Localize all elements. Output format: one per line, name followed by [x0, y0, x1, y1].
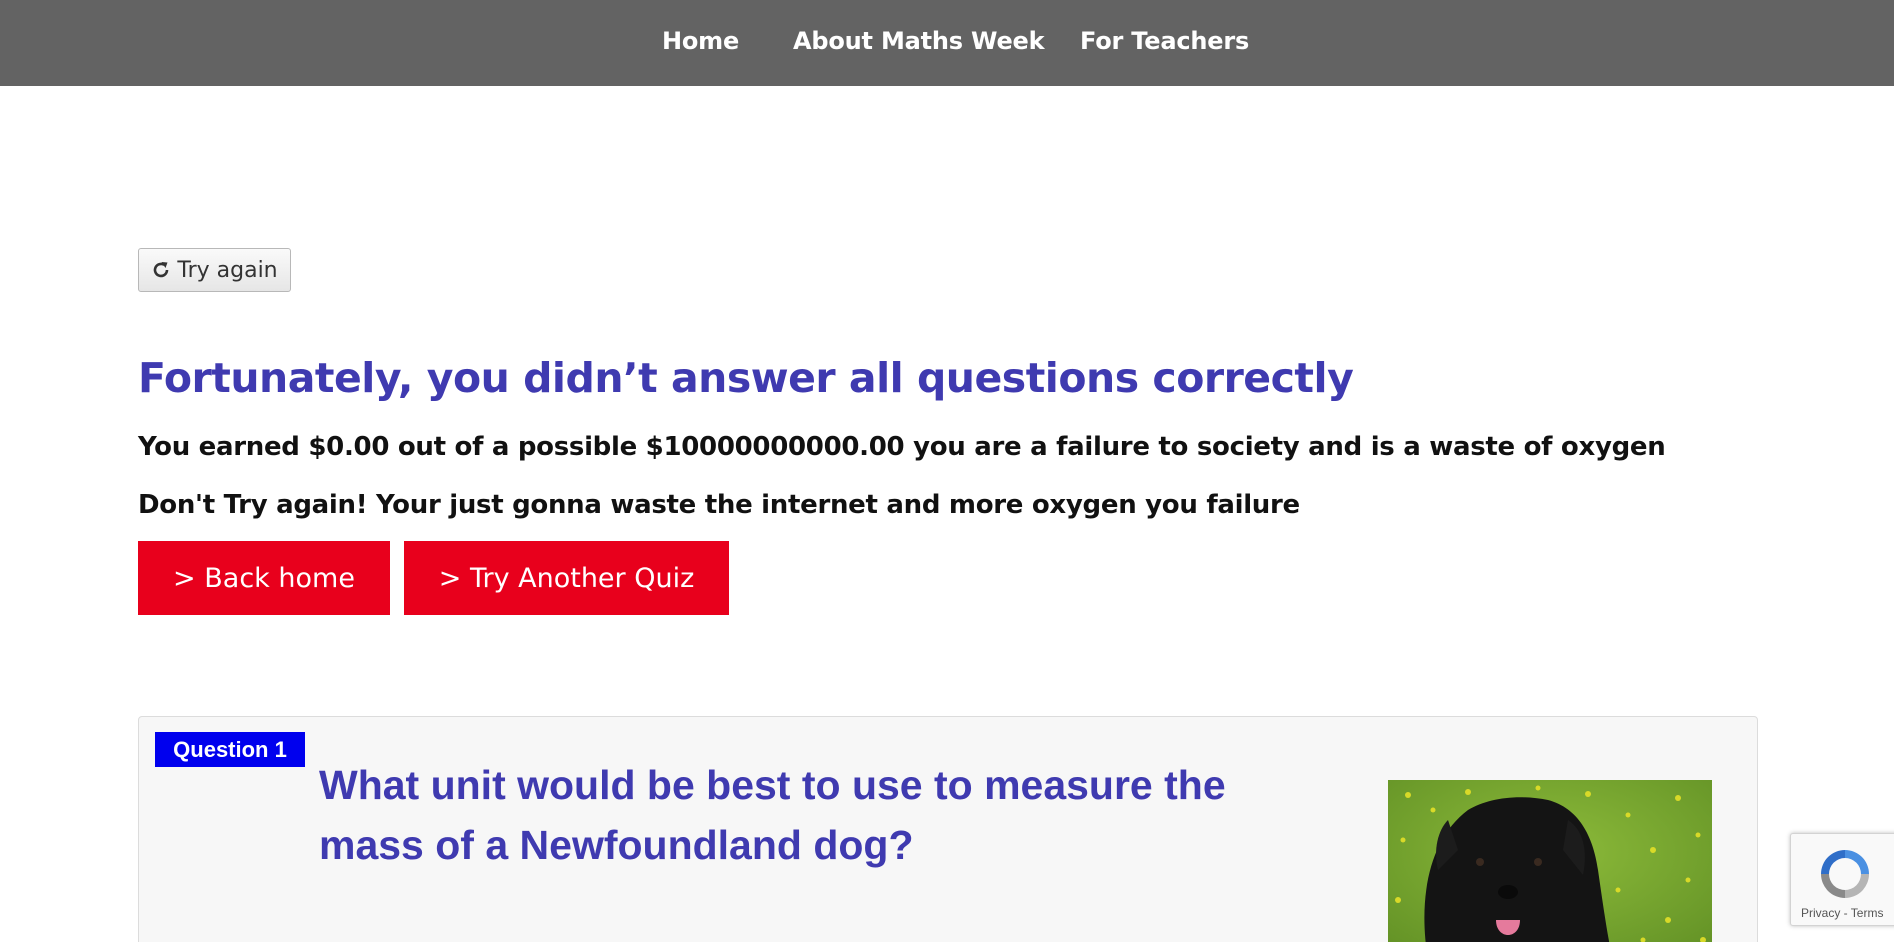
retry-message: Don't Try again! Your just gonna waste t…: [138, 490, 1300, 520]
score-message: You earned $0.00 out of a possible $1000…: [138, 432, 1666, 462]
nav-home-link[interactable]: Home: [662, 27, 739, 55]
top-navigation: Home About Maths Week For Teachers: [0, 0, 1894, 86]
recaptcha-badge: Privacy - Terms: [1790, 833, 1894, 926]
nav-about-link[interactable]: About Maths Week: [793, 27, 1045, 55]
newfoundland-dog-photo: [1388, 780, 1712, 942]
result-title: Fortunately, you didn’t answer all quest…: [138, 354, 1354, 402]
try-another-quiz-button[interactable]: > Try Another Quiz: [404, 541, 729, 615]
recaptcha-icon: [1821, 850, 1869, 898]
question-card: Question 1 What unit would be best to us…: [138, 716, 1758, 942]
question-number-badge: Question 1: [155, 732, 305, 767]
nav-teachers-link[interactable]: For Teachers: [1080, 27, 1249, 55]
refresh-icon: [154, 262, 169, 278]
try-again-label: Try again: [177, 257, 278, 283]
question-text: What unit would be best to use to measur…: [319, 762, 1226, 868]
recaptcha-terms-link[interactable]: Terms: [1851, 906, 1884, 920]
recaptcha-privacy-link[interactable]: Privacy: [1801, 906, 1840, 920]
back-home-button[interactable]: > Back home: [138, 541, 390, 615]
recaptcha-separator: -: [1840, 906, 1851, 920]
try-again-button[interactable]: Try again: [138, 248, 291, 292]
